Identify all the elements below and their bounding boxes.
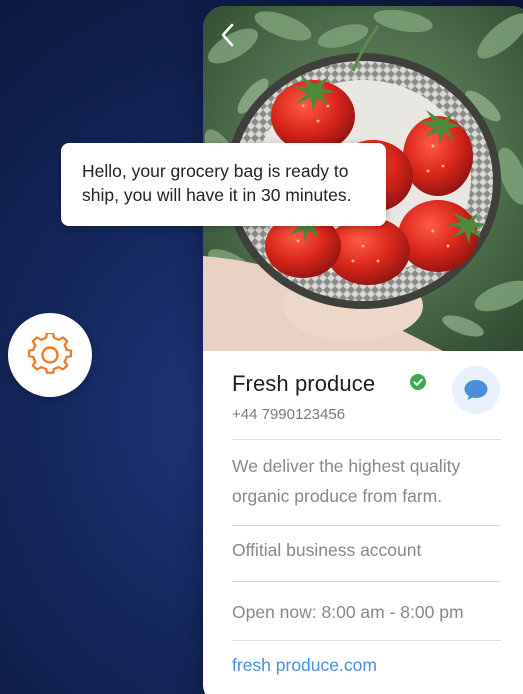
opening-hours: Open now: 8:00 am - 8:00 pm [232, 602, 464, 622]
business-details: Fresh produce +44 7990123456 We deliver … [203, 351, 523, 694]
chat-bubble-icon [464, 380, 488, 400]
message-bubble: Hello, your grocery bag is ready to ship… [61, 143, 386, 226]
account-type: Offitial business account [232, 540, 422, 560]
divider [232, 439, 501, 440]
message-text: Hello, your grocery bag is ready to ship… [82, 161, 352, 205]
business-name: Fresh produce [232, 371, 376, 396]
divider [232, 640, 501, 641]
gear-icon [28, 333, 72, 374]
settings-button[interactable] [8, 313, 92, 397]
verified-check-icon [410, 374, 426, 390]
chevron-left-icon[interactable] [217, 22, 239, 48]
business-phone: +44 7990123456 [232, 406, 346, 423]
chat-button[interactable] [452, 366, 500, 414]
business-description: We deliver the highest quality organic p… [232, 456, 461, 506]
business-profile-card: Fresh produce +44 7990123456 We deliver … [203, 6, 523, 694]
website-link[interactable]: fresh produce.com [232, 655, 377, 676]
divider [232, 525, 501, 526]
divider [232, 581, 501, 582]
